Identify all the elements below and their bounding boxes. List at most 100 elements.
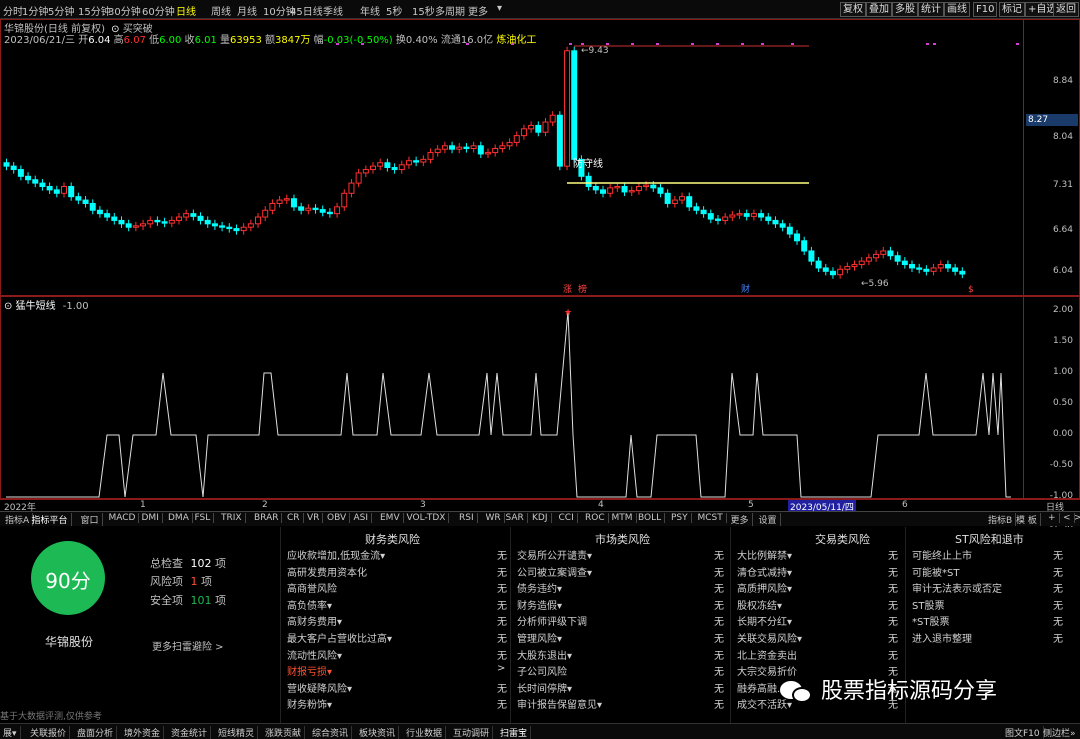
bottom-tab-9[interactable]: 行业数据 xyxy=(403,726,447,739)
indicator-tab-9[interactable]: CR xyxy=(284,513,304,523)
risk-item[interactable]: *ST股票 xyxy=(912,613,949,628)
indicator-tab-2[interactable]: 窗口 xyxy=(78,513,103,526)
indicator-tab-3[interactable]: MACD xyxy=(106,513,140,523)
period-11[interactable]: 季线 xyxy=(323,3,343,18)
indicator-tab-14[interactable]: VOL-TDX xyxy=(404,513,450,523)
period-1[interactable]: 1分钟 xyxy=(22,3,48,18)
toolbar-button-6[interactable]: 标记 xyxy=(999,2,1025,17)
period-13[interactable]: 5秒 xyxy=(386,3,402,18)
risk-item[interactable]: 高财务费用▾ xyxy=(287,613,342,628)
risk-item[interactable]: 债务违约▾ xyxy=(517,580,562,595)
bottom-tab-5[interactable]: 短线精灵 xyxy=(215,726,259,739)
indicator-tab-5[interactable]: DMA xyxy=(165,513,193,523)
indicator-tab-12[interactable]: ASI xyxy=(351,513,373,523)
event-marker[interactable]: 榜 xyxy=(578,283,587,295)
indicator-tab-10[interactable]: VR xyxy=(304,513,324,523)
bottom-tab-0[interactable]: 展▾ xyxy=(0,726,21,739)
bottom-tab-6[interactable]: 涨跌贡献 xyxy=(262,726,306,739)
indicator-tab-8[interactable]: BRAR xyxy=(251,513,283,523)
more-periods-icon[interactable]: ▾ xyxy=(497,3,502,14)
bottom-tab-3[interactable]: 境外资金 xyxy=(121,726,165,739)
risk-item[interactable]: 应收款增加,低现金流▾ xyxy=(287,547,385,562)
indicator-tab-22[interactable]: BOLL xyxy=(635,513,666,523)
period-2[interactable]: 5分钟 xyxy=(48,3,74,18)
period-7[interactable]: 周线 xyxy=(211,3,231,18)
indicator-tab-11[interactable]: OBV xyxy=(324,513,351,523)
indicator-tab-right-2[interactable]: + xyxy=(1045,513,1060,523)
risk-item[interactable]: 股权冻结▾ xyxy=(737,597,782,612)
toolbar-button-5[interactable]: F10 xyxy=(973,2,998,17)
risk-item[interactable]: ST股票 xyxy=(912,597,944,612)
indicator-panel[interactable]: ⊙ 猛牛短线 -1.00 ★ 2.00 1.50 1.00 0.50 0.00 -0.50… xyxy=(0,296,1080,563)
risk-item[interactable]: 财报亏损▾ xyxy=(287,663,332,678)
risk-item[interactable]: 可能终止上市 xyxy=(912,547,972,562)
period-4[interactable]: 30分钟 xyxy=(108,3,141,18)
event-marker[interactable]: 涨 xyxy=(563,284,572,295)
indicator-tab-15[interactable]: RSI xyxy=(456,513,478,523)
toolbar-button-0[interactable]: 复权 xyxy=(840,2,866,17)
period-5[interactable]: 60分钟 xyxy=(142,3,175,18)
toolbar-button-2[interactable]: 多股 xyxy=(892,2,918,17)
indicator-tab-16[interactable]: WR xyxy=(483,513,505,523)
indicator-tab-20[interactable]: ROC xyxy=(582,513,609,523)
event-marker[interactable]: $ xyxy=(968,285,974,295)
risk-item[interactable]: 高研发费用资本化 xyxy=(287,564,367,579)
kline-panel[interactable]: 华锦股份(日线 前复权) ⊙ 买突破 2023/06/21/三 开6.04 高6… xyxy=(0,19,1080,296)
indicator-tab-24[interactable]: MCST xyxy=(695,513,727,523)
risk-item[interactable]: 流动性风险▾ xyxy=(287,647,342,662)
bottom-tab-11[interactable]: 扫雷宝 xyxy=(497,726,532,739)
bottom-tab-7[interactable]: 综合资讯 xyxy=(309,726,353,739)
toolbar-button-1[interactable]: 叠加 xyxy=(866,2,892,17)
more-scan-link[interactable]: 更多扫雷避险 > xyxy=(152,638,224,653)
indicator-tab-25[interactable]: 更多 xyxy=(728,513,753,526)
bottom-tab-10[interactable]: 互动调研 xyxy=(450,726,494,739)
risk-item[interactable]: 分析师评级下调 xyxy=(517,613,587,628)
indicator-tab-26[interactable]: 设置 xyxy=(756,513,781,526)
indicator-tab-right-1[interactable]: 模 板 xyxy=(1013,513,1041,526)
risk-item[interactable]: 高商誉风险 xyxy=(287,580,337,595)
bottom-tab-4[interactable]: 资金统计 xyxy=(168,726,212,739)
indicator-tab-19[interactable]: CCI xyxy=(556,513,578,523)
risk-item[interactable]: 财务造假▾ xyxy=(517,597,562,612)
risk-item[interactable]: 营收疑降风险▾ xyxy=(287,680,352,695)
risk-item[interactable]: 长期不分红▾ xyxy=(737,613,792,628)
risk-item[interactable]: 公司被立案调查▾ xyxy=(517,564,592,579)
indicator-chart[interactable]: ★ xyxy=(1,297,1023,498)
period-15[interactable]: 多周期 xyxy=(435,3,465,18)
risk-item[interactable]: 最大客户占营收比过高▾ xyxy=(287,630,392,645)
bottom-right-1[interactable]: 侧边栏» xyxy=(1040,726,1079,739)
risk-item[interactable]: 交易所公开谴责▾ xyxy=(517,547,592,562)
risk-item[interactable]: 审计无法表示或否定 xyxy=(912,580,1002,595)
indicator-tab-23[interactable]: PSY xyxy=(668,513,692,523)
period-0[interactable]: 分时 xyxy=(3,3,23,18)
toolbar-button-4[interactable]: 画线 xyxy=(944,2,970,17)
bottom-tab-8[interactable]: 板块资讯 xyxy=(356,726,400,739)
indicator-tab-7[interactable]: TRIX xyxy=(218,513,246,523)
bottom-tab-1[interactable]: 关联报价 xyxy=(27,726,71,739)
indicator-tab-right-4[interactable]: > xyxy=(1071,513,1080,523)
bottom-right-0[interactable]: 图文F10 xyxy=(1002,726,1044,739)
period-16[interactable]: 更多 xyxy=(468,3,488,18)
indicator-tab-17[interactable]: SAR xyxy=(503,513,528,523)
risk-item[interactable]: 子公司风险 xyxy=(517,663,567,678)
risk-item[interactable]: 大股东退出▾ xyxy=(517,647,572,662)
indicator-tab-13[interactable]: EMV xyxy=(377,513,404,523)
risk-item[interactable]: 审计报告保留意见▾ xyxy=(517,696,602,711)
kline-chart[interactable]: ←9.43 防守线 ←5.96 涨榜 财 $ xyxy=(1,20,1023,295)
risk-item[interactable]: 关联交易风险▾ xyxy=(737,630,802,645)
indicator-tab-right-0[interactable]: 指标B xyxy=(985,513,1017,526)
toolbar-button-3[interactable]: 统计 xyxy=(918,2,944,17)
risk-item[interactable]: 高质押风险▾ xyxy=(737,580,792,595)
period-8[interactable]: 月线 xyxy=(237,3,257,18)
period-12[interactable]: 年线 xyxy=(360,3,380,18)
indicator-tab-4[interactable]: DMI xyxy=(139,513,163,523)
period-3[interactable]: 15分钟 xyxy=(78,3,111,18)
risk-item[interactable]: 可能被*ST xyxy=(912,564,959,579)
risk-item[interactable]: 大比例解禁▾ xyxy=(737,547,792,562)
bottom-tab-2[interactable]: 盘面分析 xyxy=(74,726,118,739)
indicator-tab-18[interactable]: KDJ xyxy=(529,513,552,523)
indicator-tab-6[interactable]: FSL xyxy=(192,513,215,523)
event-marker[interactable]: 财 xyxy=(741,283,750,295)
toolbar-button-8[interactable]: 返回 xyxy=(1053,2,1079,17)
risk-item[interactable]: 管理风险▾ xyxy=(517,630,562,645)
